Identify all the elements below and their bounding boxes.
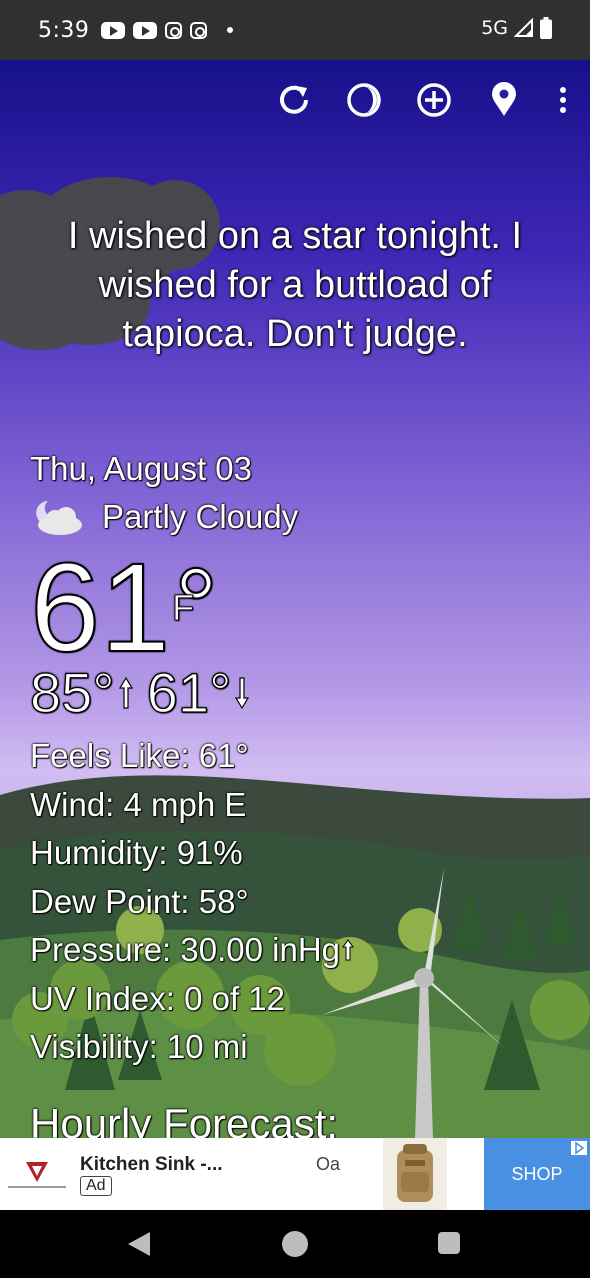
forecast-date: Thu, August 03	[30, 450, 252, 487]
ad-title[interactable]: Kitchen Sink -...	[80, 1154, 223, 1176]
condition-text: Partly Cloudy	[102, 498, 299, 535]
network-type: 5G	[481, 17, 508, 39]
battery-icon	[540, 17, 552, 39]
dew-point: Dew Point: 58°	[30, 882, 249, 920]
temperature-unit: F	[172, 587, 195, 629]
visibility: Visibility: 10 mi	[30, 1028, 248, 1065]
partly-cloudy-night-icon	[36, 501, 82, 535]
weather-quote: I wished on a star tonight. I wished for…	[67, 215, 523, 355]
arrow-up-icon	[118, 676, 133, 709]
back-button[interactable]	[128, 1232, 150, 1256]
wind: Wind: 4 mph E	[30, 785, 247, 823]
notification-icons	[101, 21, 234, 39]
adchoices-icon[interactable]	[570, 1140, 588, 1156]
high-low-row: 85° 61°	[29, 660, 263, 725]
theme-icon	[347, 83, 381, 117]
ad-banner[interactable]: Kitchen Sink -... Ad Oa SHOP	[0, 1138, 590, 1210]
more-options-icon	[560, 87, 566, 113]
instagram-icon	[190, 21, 208, 39]
weather-background: I wished on a star tonight. I wished for…	[0, 60, 590, 1138]
notification-dot	[227, 27, 234, 33]
home-button[interactable]	[282, 1231, 308, 1257]
add-location-button[interactable]	[416, 80, 452, 120]
instagram-icon	[165, 21, 183, 39]
recent-apps-button[interactable]	[438, 1232, 460, 1254]
location-pin-icon	[492, 82, 516, 116]
uv-index: UV Index: 0 of 12	[30, 979, 285, 1017]
more-options-button[interactable]	[556, 80, 570, 120]
status-time: 5:39	[38, 17, 90, 43]
arrow-down-icon	[235, 676, 250, 709]
temperature-value: 61	[29, 537, 171, 679]
hourly-forecast-heading: Hourly Forecast:	[30, 1100, 339, 1138]
system-icons: 5G	[481, 17, 552, 39]
youtube-icon	[101, 21, 126, 39]
signal-icon	[514, 18, 533, 37]
theme-button[interactable]	[346, 80, 382, 120]
ad-product-image[interactable]	[383, 1138, 447, 1210]
youtube-icon	[133, 21, 158, 39]
ad-badge: Ad	[80, 1176, 112, 1196]
advertiser-logo	[8, 1162, 66, 1188]
high-temperature: 85°	[29, 660, 115, 724]
location-button[interactable]	[486, 80, 522, 120]
low-temperature: 61°	[146, 660, 232, 724]
condition-row: Partly Cloudy	[30, 497, 298, 537]
feels-like: Feels Like: 61°	[30, 737, 249, 774]
navigation-bar	[0, 1210, 590, 1278]
pressure: Pressure: 30.00 inHg	[30, 931, 341, 968]
add-location-icon	[417, 83, 451, 117]
status-bar: 5:39 5G	[0, 0, 590, 60]
toolbar	[276, 80, 570, 120]
weather-details: Feels Like: 61° Wind: 4 mph E Humidity: …	[30, 732, 354, 1072]
refresh-button[interactable]	[276, 80, 312, 120]
refresh-icon	[280, 85, 308, 114]
humidity: Humidity: 91%	[30, 834, 243, 871]
pressure-row: Pressure: 30.00 inHg	[30, 926, 354, 975]
arrow-up-icon	[342, 939, 354, 961]
ad-extra-text: Oa	[316, 1154, 341, 1174]
backpack-image	[397, 1144, 433, 1202]
